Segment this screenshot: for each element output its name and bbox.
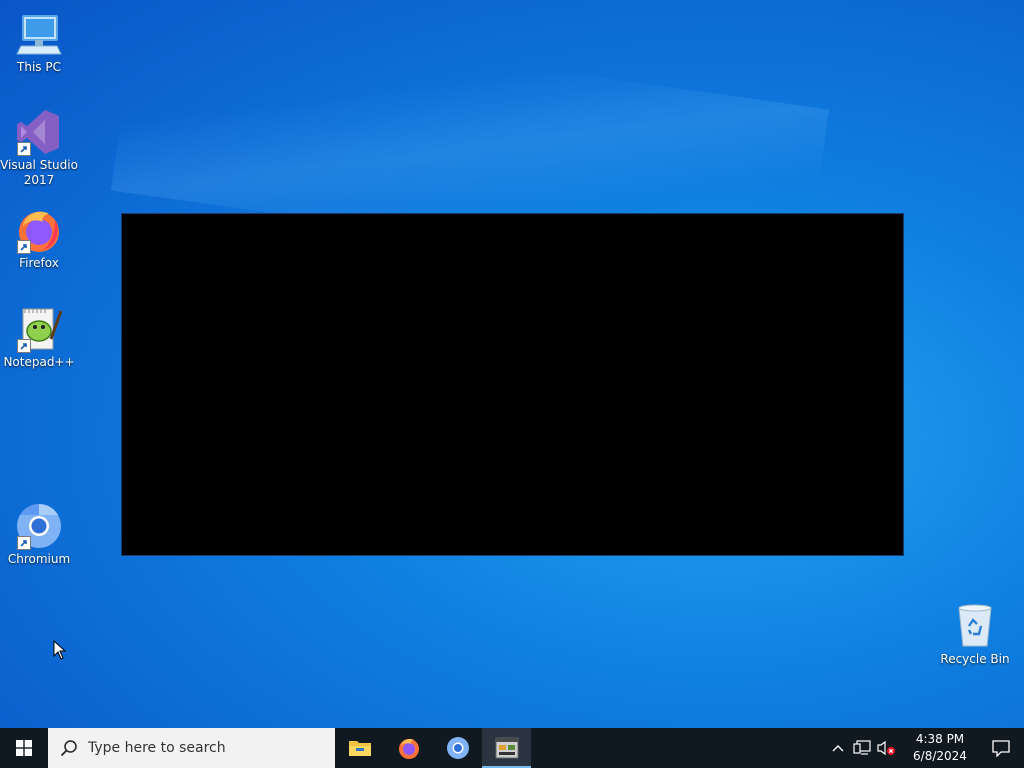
notepad-plus-plus-icon	[15, 305, 63, 353]
desktop: This PC Visual Studio 2017 Firefox Notep…	[0, 0, 1024, 728]
shortcut-arrow-icon	[17, 142, 31, 156]
shortcut-arrow-icon	[17, 339, 31, 353]
chevron-up-icon	[832, 745, 844, 752]
taskbar-chromium[interactable]	[433, 728, 482, 768]
network-button[interactable]	[850, 728, 874, 768]
clock-date: 6/8/2024	[913, 749, 967, 763]
network-icon	[853, 740, 871, 755]
taskbar-active-app[interactable]	[482, 728, 531, 768]
desktop-icon-recycle-bin[interactable]: Recycle Bin	[936, 602, 1014, 667]
chromium-icon	[15, 502, 63, 550]
shortcut-arrow-icon	[17, 536, 31, 550]
visual-studio-icon	[15, 108, 63, 156]
taskbar-firefox[interactable]	[384, 728, 433, 768]
system-tray: 4:38 PM 6/8/2024	[826, 728, 1024, 768]
firefox-icon	[15, 206, 63, 254]
desktop-icon-label: This PC	[17, 60, 61, 74]
desktop-icon-firefox[interactable]: Firefox	[0, 206, 78, 271]
firefox-icon	[398, 738, 419, 759]
desktop-icon-chromium[interactable]: Chromium	[0, 502, 78, 567]
action-center-button[interactable]	[978, 728, 1024, 768]
desktop-icon-visual-studio[interactable]: Visual Studio 2017	[0, 108, 78, 188]
app-window-black-content[interactable]	[121, 213, 904, 556]
desktop-icon-label: Visual Studio 2017	[0, 158, 78, 187]
file-explorer-icon	[348, 741, 371, 756]
chromium-icon	[446, 737, 469, 759]
app-window-icon	[495, 737, 518, 759]
taskbar: Type here to search 4:38 PM 6/8/2024	[0, 728, 1024, 768]
notification-icon	[992, 740, 1010, 757]
taskbar-search-box[interactable]: Type here to search	[48, 728, 335, 768]
volume-button[interactable]	[874, 728, 898, 768]
desktop-icon-label: Recycle Bin	[940, 652, 1010, 666]
show-hidden-icons-button[interactable]	[826, 728, 850, 768]
desktop-icon-this-pc[interactable]: This PC	[0, 10, 78, 75]
desktop-icon-label: Firefox	[19, 256, 59, 270]
search-icon	[60, 739, 78, 757]
mouse-cursor-icon	[53, 639, 67, 664]
windows-logo-icon	[16, 740, 32, 756]
desktop-icon-notepad-plus-plus[interactable]: Notepad++	[0, 305, 78, 370]
shortcut-arrow-icon	[17, 240, 31, 254]
desktop-icon-label: Chromium	[7, 552, 71, 566]
this-pc-icon	[15, 10, 63, 58]
volume-muted-icon	[877, 740, 895, 756]
desktop-icon-label: Notepad++	[3, 355, 75, 369]
taskbar-file-explorer[interactable]	[335, 728, 384, 768]
start-button[interactable]	[0, 728, 48, 768]
recycle-bin-icon	[951, 602, 999, 650]
clock-time: 4:38 PM	[915, 732, 965, 746]
taskbar-clock[interactable]: 4:38 PM 6/8/2024	[902, 731, 978, 765]
search-placeholder: Type here to search	[88, 740, 226, 756]
